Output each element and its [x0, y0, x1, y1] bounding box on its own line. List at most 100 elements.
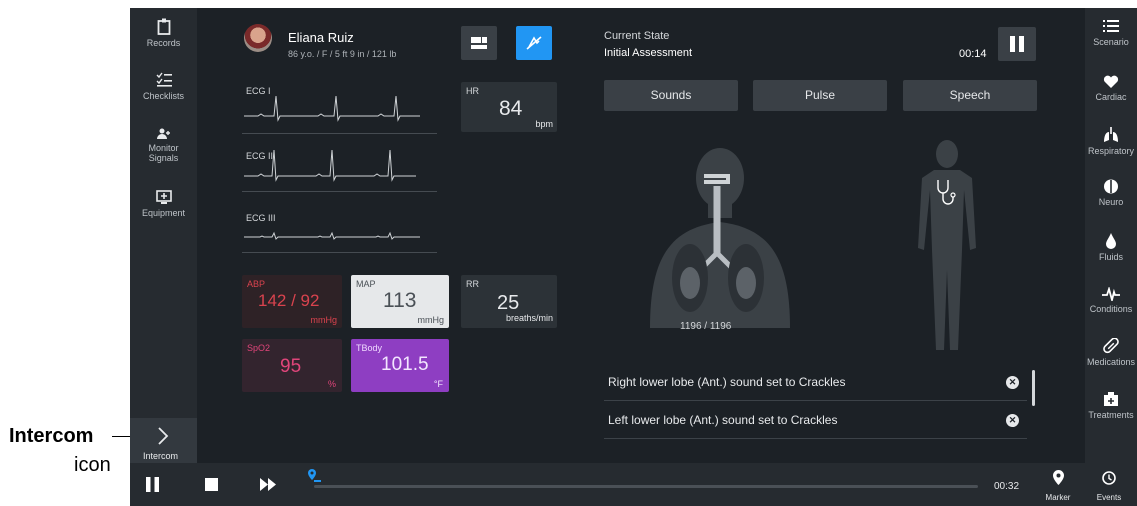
sidebar-item-label: Cardiac	[1095, 92, 1127, 102]
timeline-track[interactable]	[314, 485, 978, 488]
ecg-2-divider	[242, 191, 437, 192]
simulator-app: Records Checklists Monitor Signals Equip…	[130, 8, 1137, 506]
event-message-text: Right lower lobe (Ant.) sound set to Cra…	[608, 375, 846, 389]
sidebar-item-label: Fluids	[1098, 252, 1123, 262]
patient-name: Eliana Ruiz	[288, 30, 354, 45]
map-label: MAP	[356, 279, 376, 289]
sidebar-item-neuro[interactable]: Neuro	[1085, 179, 1137, 207]
drop-icon	[1106, 233, 1116, 249]
sidebar-item-medications[interactable]: Medications	[1085, 338, 1137, 367]
sidebar-item-label: Treatments	[1088, 410, 1134, 420]
tab-sounds[interactable]: Sounds	[604, 80, 738, 111]
sidebar-item-records[interactable]: Records	[130, 18, 197, 48]
ecg-1-divider	[242, 133, 437, 134]
tab-pulse[interactable]: Pulse	[753, 80, 887, 111]
patient-details: 86 y.o. / F / 5 ft 9 in / 121 lb	[288, 49, 397, 59]
sidebar-item-scenario[interactable]: Scenario	[1085, 19, 1137, 47]
rr-panel[interactable]: RR 25 breaths/min	[461, 275, 557, 328]
abp-value: 142 / 92	[258, 291, 320, 310]
sidebar-item-monitor-signals[interactable]: Monitor Signals	[130, 128, 197, 163]
breath-counter: 1196 / 1196	[680, 321, 732, 332]
sidebar-item-equipment[interactable]: Equipment	[130, 190, 197, 218]
ecg-1-trace	[244, 95, 420, 122]
ecg-3-label: ECG III	[246, 213, 276, 223]
pulse-wave-icon	[1102, 287, 1120, 301]
intercom-callout-subtitle: icon	[74, 454, 111, 476]
events-button[interactable]: Events	[1089, 467, 1129, 505]
dismiss-icon[interactable]: ✕	[1006, 414, 1019, 427]
patient-avatar	[244, 24, 272, 52]
brain-icon	[1104, 179, 1118, 194]
map-panel[interactable]: MAP 113 mmHg	[351, 275, 449, 328]
chevron-right-icon	[158, 427, 169, 445]
monitor-signals-icon	[156, 128, 170, 139]
rr-unit: breaths/min	[505, 313, 553, 323]
tbody-panel[interactable]: TBody 101.5 °F	[351, 339, 449, 392]
marker-label: Marker	[1045, 493, 1071, 502]
location-pin-icon	[1052, 470, 1064, 485]
elapsed-time: 00:32	[994, 481, 1020, 492]
sidebar-item-treatments[interactable]: Treatments	[1085, 392, 1137, 420]
intercom-label: Intercom	[143, 451, 179, 461]
hr-unit: bpm	[535, 119, 553, 129]
sidebar-item-label: Monitor Signals	[148, 143, 179, 163]
event-message: Right lower lobe (Ant.) sound set to Cra…	[604, 363, 1027, 401]
body-anatomy-figure[interactable]	[912, 136, 982, 356]
event-message-text: Left lower lobe (Ant.) sound set to Crac…	[608, 413, 838, 427]
spo2-unit: %	[327, 379, 336, 389]
abp-panel[interactable]: ABP 142 / 92 mmHg	[242, 275, 342, 328]
sidebar-item-fluids[interactable]: Fluids	[1085, 233, 1137, 262]
pause-icon	[1010, 36, 1024, 52]
checklist-icon	[156, 72, 172, 87]
dismiss-icon[interactable]: ✕	[1006, 376, 1019, 389]
map-value: 113	[383, 289, 417, 312]
messages-scrollbar[interactable]	[1032, 370, 1035, 406]
timeline-marker-pin-icon[interactable]	[306, 468, 322, 484]
heart-icon	[1103, 75, 1119, 88]
sidebar-item-label: Neuro	[1098, 197, 1124, 207]
sidebar-item-respiratory[interactable]: Respiratory	[1085, 127, 1137, 156]
pill-icon	[1103, 338, 1119, 354]
sidebar-item-cardiac[interactable]: Cardiac	[1085, 75, 1137, 102]
sidebar-item-label: Scenario	[1093, 37, 1129, 47]
tbody-unit: °F	[433, 379, 443, 389]
hr-value: 84	[499, 97, 523, 120]
mute-icon	[526, 36, 542, 50]
spo2-panel[interactable]: SpO2 95 %	[242, 339, 342, 392]
alarm-mute-button[interactable]	[516, 26, 552, 60]
rr-value: 25	[497, 292, 520, 314]
left-sidebar: Records Checklists Monitor Signals Equip…	[130, 8, 197, 463]
treatment-icon	[1104, 392, 1118, 406]
state-pause-button[interactable]	[998, 27, 1036, 61]
play-pause-button[interactable]	[142, 473, 162, 495]
stop-button[interactable]	[202, 473, 222, 495]
respiratory-anatomy-figure[interactable]	[640, 138, 800, 328]
pause-icon	[146, 477, 159, 492]
sidebar-item-label: Medications	[1086, 357, 1136, 367]
sidebar-item-label: Respiratory	[1087, 146, 1134, 156]
equipment-icon	[155, 190, 172, 204]
sidebar-item-label: Conditions	[1089, 304, 1133, 314]
sidebar-item-label: Checklists	[142, 91, 184, 101]
marker-button[interactable]: Marker	[1038, 467, 1078, 505]
layout-toggle-button[interactable]	[461, 26, 497, 60]
lungs-icon	[1104, 127, 1118, 142]
sidebar-item-checklists[interactable]: Checklists	[130, 72, 197, 101]
map-unit: mmHg	[417, 315, 445, 325]
hr-panel[interactable]: HR 84 bpm	[461, 82, 557, 132]
tab-speech[interactable]: Speech	[903, 80, 1037, 111]
events-label: Events	[1096, 493, 1122, 502]
sidebar-item-conditions[interactable]: Conditions	[1085, 287, 1137, 314]
spo2-value: 95	[280, 356, 302, 377]
intercom-button[interactable]: Intercom	[130, 418, 197, 463]
layout-icon	[471, 37, 487, 49]
state-timer: 00:14	[959, 48, 987, 60]
fast-forward-button[interactable]	[256, 473, 280, 495]
sidebar-item-label: Equipment	[141, 208, 186, 218]
event-message: Left lower lobe (Ant.) sound set to Crac…	[604, 401, 1027, 439]
spo2-label: SpO2	[247, 343, 271, 353]
abp-label: ABP	[247, 279, 266, 289]
right-sidebar: Scenario Cardiac Respiratory Neuro Fluid…	[1085, 8, 1137, 463]
ecg-2-trace	[244, 149, 416, 182]
abp-unit: mmHg	[310, 315, 338, 325]
